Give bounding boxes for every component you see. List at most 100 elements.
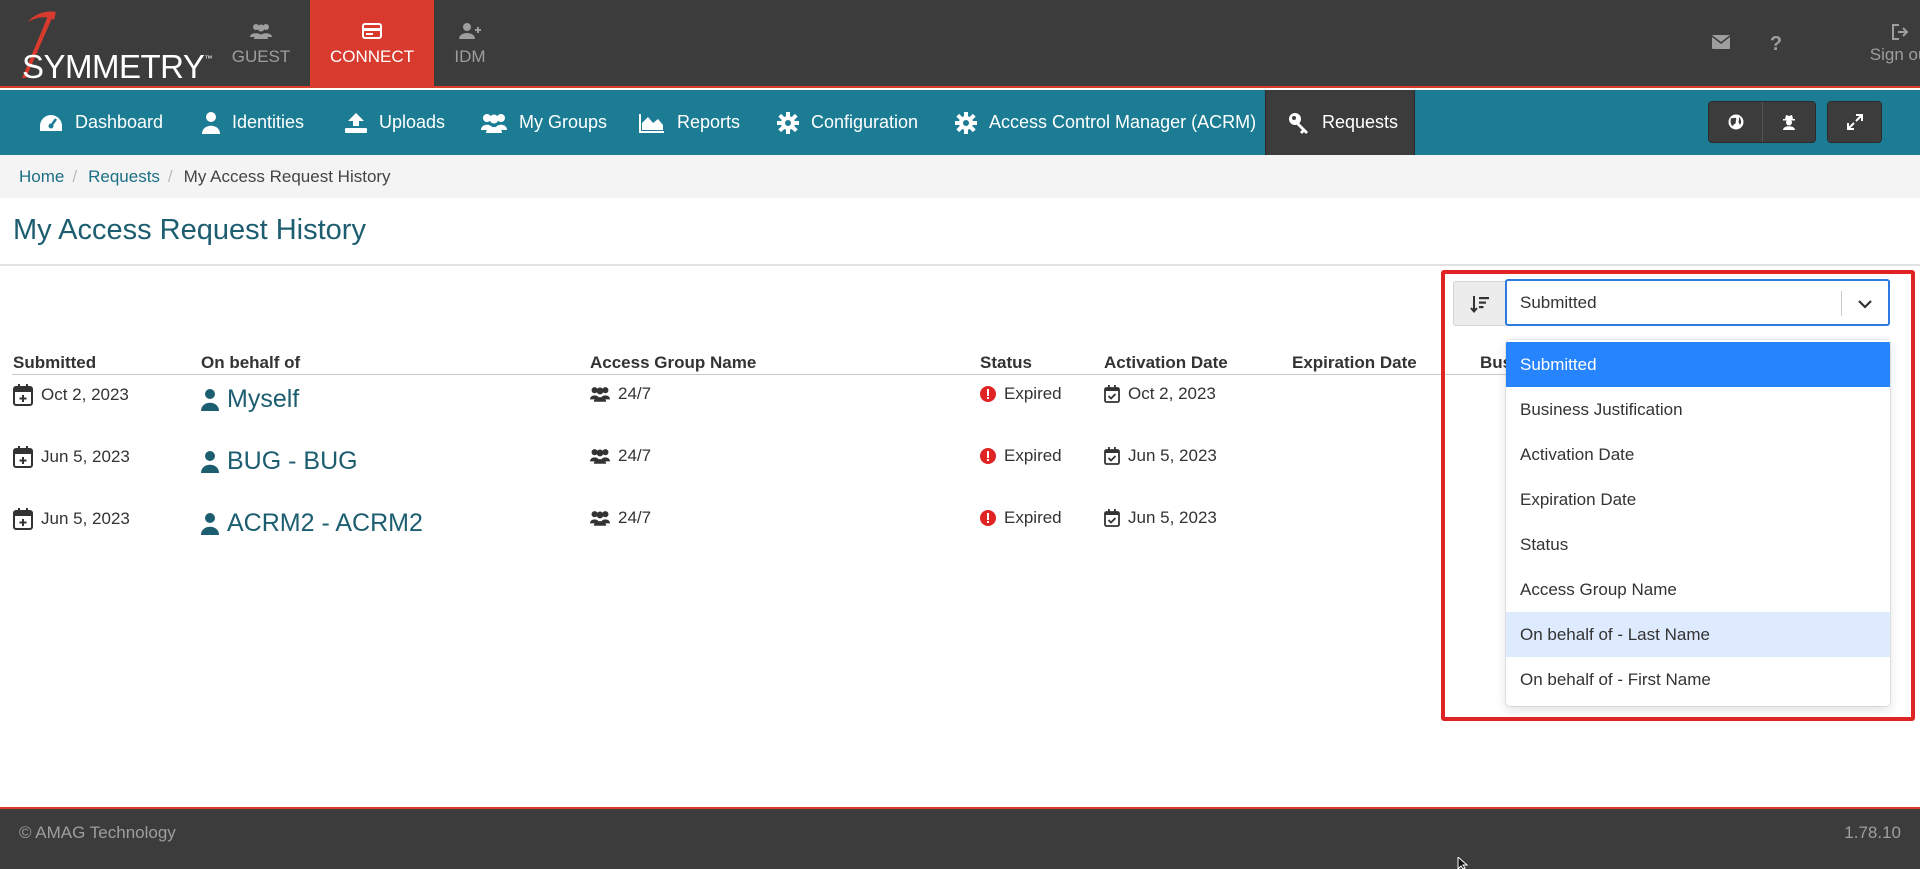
help-button[interactable]: ? [1760,0,1792,88]
cell-status: Expired [980,384,1062,404]
cell-on-behalf-of: BUG - BUG [201,447,358,476]
user-icon [201,388,219,411]
user-secret-icon [1783,115,1795,130]
column-header-submitted[interactable]: Submitted [13,353,96,373]
breadcrumb: Home / Requests / My Access Request Hist… [0,155,1920,198]
dashboard-icon [40,114,62,131]
nav-label: Dashboard [75,112,164,132]
breadcrumb-current: My Access Request History [183,166,391,186]
user-icon [201,512,219,535]
users-icon [590,449,610,464]
calendar-plus-icon [13,384,33,406]
mail-button[interactable] [1705,0,1737,88]
app-tab-idm[interactable]: IDM [440,0,500,88]
exclamation-circle-icon [980,510,996,526]
nav-item-configuration[interactable]: Configuration [777,90,918,155]
nav-item-reports[interactable]: Reports [639,90,740,155]
cell-activation-date: Jun 5, 2023 [1104,446,1217,466]
top-bar: SYMMETRY™ GUEST CONNECT IDM ? Sign out [0,0,1920,88]
sign-out-label: Sign out [1869,44,1920,64]
activation-date: Jun 5, 2023 [1128,508,1217,527]
upload-icon [345,112,367,133]
exclamation-circle-icon [980,448,996,464]
anonymous-user-button[interactable] [1762,102,1815,142]
calendar-check-icon [1104,385,1120,403]
identity-link[interactable]: BUG - BUG [227,447,358,476]
breadcrumb-separator: / [167,166,173,186]
identity-link[interactable]: ACRM2 - ACRM2 [227,509,423,538]
gear-icon [955,111,977,134]
users-icon [590,387,610,402]
language-button[interactable] [1709,102,1762,142]
fullscreen-button-group [1827,101,1882,143]
column-header-status[interactable]: Status [980,353,1032,373]
app-tab-connect[interactable]: CONNECT [310,0,434,88]
cell-access-group: 24/7 [590,384,651,404]
main-nav: Dashboard Identities Uploads My Groups R… [0,90,1920,155]
access-group-name: 24/7 [618,446,652,465]
nav-label: My Groups [519,112,608,132]
nav-item-requests[interactable]: Requests [1265,90,1415,155]
nav-item-uploads[interactable]: Uploads [345,90,445,155]
status-text: Expired [1004,384,1062,403]
users-icon [481,113,507,133]
nav-item-dashboard[interactable]: Dashboard [39,90,163,155]
activation-date: Jun 5, 2023 [1128,446,1217,465]
gear-icon [777,111,799,134]
table-header-divider [12,374,1512,375]
breadcrumb-separator: / [72,166,78,186]
nav-item-my-groups[interactable]: My Groups [481,90,607,155]
calendar-plus-icon [13,508,33,530]
calendar-plus-icon [13,446,33,468]
fullscreen-button[interactable] [1828,102,1881,142]
access-group-name: 24/7 [618,384,652,403]
status-text: Expired [1004,508,1062,527]
column-header-activation-date[interactable]: Activation Date [1104,353,1228,373]
key-icon [1289,112,1308,134]
sign-out-button[interactable]: Sign out [1845,0,1920,88]
submitted-date: Jun 5, 2023 [41,509,130,528]
title-divider [0,264,1920,266]
nav-label: Access Control Manager (ACRM) [989,112,1257,132]
expand-icon [1846,114,1863,130]
cell-on-behalf-of: Myself [201,385,299,414]
question-icon: ? [1769,32,1783,55]
globe-icon [1728,114,1743,130]
app-tab-guest[interactable]: GUEST [220,0,302,88]
activation-date: Oct 2, 2023 [1128,384,1216,403]
nav-label: Identities [232,112,305,132]
column-header-access-group[interactable]: Access Group Name [590,353,756,373]
exclamation-circle-icon [980,386,996,402]
cell-access-group: 24/7 [590,446,651,466]
identity-link[interactable]: Myself [227,385,299,414]
status-text: Expired [1004,446,1062,465]
version-text: 1.78.10 [1844,823,1901,842]
breadcrumb-requests[interactable]: Requests [88,167,160,187]
user-icon [201,450,219,473]
area-chart-icon [639,113,664,133]
breadcrumb-home[interactable]: Home [19,167,64,187]
nav-label: Reports [677,112,741,132]
calendar-check-icon [1104,509,1120,527]
nav-button-group [1708,101,1816,143]
nav-label: Requests [1322,112,1399,132]
column-header-expiration-date[interactable]: Expiration Date [1292,353,1417,373]
page-title: My Access Request History [13,214,366,246]
nav-label: Uploads [379,112,446,132]
nav-item-acrm[interactable]: Access Control Manager (ACRM) [955,90,1256,155]
cell-access-group: 24/7 [590,508,651,528]
app-tab-label: IDM [454,47,486,66]
users-icon [590,511,610,526]
nav-item-identities[interactable]: Identities [202,90,304,155]
user-icon [202,111,220,134]
cell-status: Expired [980,446,1062,466]
symmetry-logo[interactable]: SYMMETRY™ [8,6,212,85]
envelope-icon [1711,34,1731,54]
cell-activation-date: Jun 5, 2023 [1104,508,1217,528]
cell-status: Expired [980,508,1062,528]
column-header-on-behalf-of[interactable]: On behalf of [201,353,300,373]
cell-submitted: Oct 2, 2023 [13,384,129,406]
copyright-text: © AMAG Technology [19,823,176,842]
cell-submitted: Jun 5, 2023 [13,446,130,468]
app-tab-label: GUEST [231,47,291,66]
